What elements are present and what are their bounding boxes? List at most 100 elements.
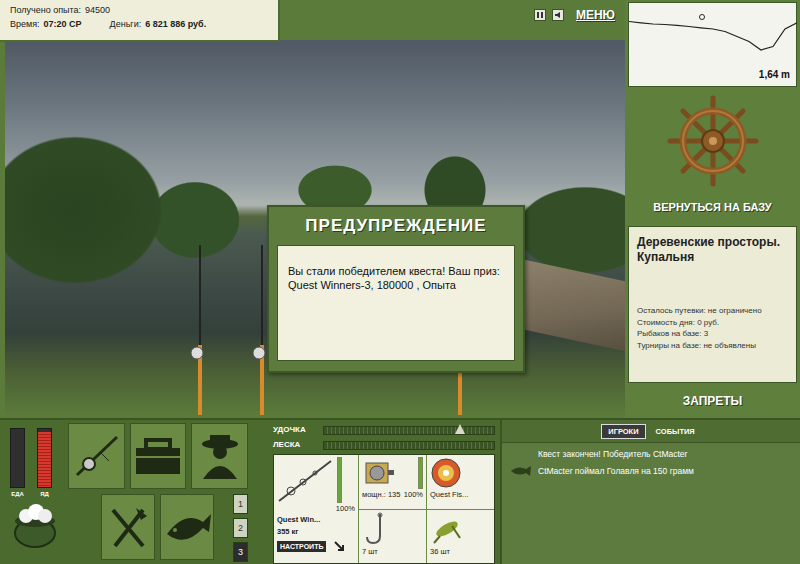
toolbar: МЕНЮ bbox=[280, 0, 625, 30]
chat-message: CtMacter поймал Голавля на 150 грамм bbox=[510, 465, 792, 477]
reel-row bbox=[362, 457, 423, 489]
depth-reading: 1,64 m bbox=[759, 67, 790, 82]
rod-slots: 1 2 3 bbox=[233, 494, 248, 562]
stats-box: Получено опыта: 94500 Время: 07:20 СР Де… bbox=[0, 0, 280, 42]
rod-icon bbox=[277, 457, 333, 503]
dialog-title: ПРЕДУПРЕЖДЕНИЕ bbox=[277, 207, 515, 245]
tension-gauges: УДОЧКА ЛЕСКА bbox=[273, 420, 495, 454]
info-line: Турниры на базе: не объявлены bbox=[637, 340, 788, 352]
gauge-track bbox=[323, 441, 495, 450]
warning-dialog: ПРЕДУПРЕЖДЕНИЕ Вы стали победителем квес… bbox=[267, 205, 525, 373]
reel-durability-reading: 100% bbox=[404, 489, 423, 500]
gauge-track bbox=[323, 426, 495, 435]
rod-durability-fill bbox=[338, 458, 341, 502]
reel-info: мощн.: 135 100% bbox=[362, 489, 423, 500]
rod-slot[interactable]: 3 bbox=[233, 542, 248, 562]
rods-button[interactable] bbox=[68, 423, 125, 489]
bans-button[interactable]: ЗАПРЕТЫ bbox=[628, 383, 797, 410]
rod-slot[interactable]: 2 bbox=[233, 518, 248, 538]
fish-cage-button[interactable] bbox=[160, 494, 214, 560]
experience-value: 94500 bbox=[85, 4, 110, 18]
fish-icon bbox=[161, 504, 213, 550]
bait-count: 36 шт bbox=[430, 546, 491, 557]
rod-durability-reading: 100% bbox=[277, 503, 355, 514]
gauge: УДОЧКА bbox=[273, 424, 495, 436]
chat-tab[interactable]: СОБЫТИЯ bbox=[650, 424, 701, 439]
rod-name: Quest Win... bbox=[277, 514, 355, 525]
reel-power: мощн.: 135 bbox=[362, 489, 400, 500]
money-value: 6 821 886 руб. bbox=[145, 18, 206, 32]
gauge-label: ЛЕСКА bbox=[273, 439, 319, 451]
return-button[interactable]: ВЕРНУТЬСЯ НА БАЗУ bbox=[628, 199, 797, 226]
need-meter-track bbox=[10, 428, 25, 488]
info-line: Стоимость дня: 0 руб. bbox=[637, 317, 788, 329]
action-buttons: 1 2 3 bbox=[66, 420, 248, 564]
rod-slot[interactable]: 1 bbox=[233, 494, 248, 514]
action-row bbox=[68, 423, 248, 489]
rod-cell[interactable]: 100% Quest Win... 355 кг НАСТРОИТЬ bbox=[274, 455, 358, 563]
arrow-icon[interactable] bbox=[334, 541, 344, 551]
fisherman-icon bbox=[195, 431, 245, 481]
sound-button[interactable] bbox=[552, 9, 564, 21]
setup-row: НАСТРОИТЬ bbox=[277, 541, 355, 552]
right-panel: 1,64 m ВЕРНУТЬСЯ НА БАЗУ Деревенские про… bbox=[625, 0, 800, 418]
depth-profile-line bbox=[629, 22, 797, 51]
cauldron-icon[interactable] bbox=[10, 503, 60, 549]
needs-panel: ЕДАЯД bbox=[0, 420, 66, 564]
knife-fork-icon bbox=[103, 502, 153, 552]
sound-icon bbox=[554, 11, 562, 19]
bottom-bar: ЕДАЯД bbox=[0, 418, 800, 564]
pier bbox=[520, 259, 625, 351]
setup-button[interactable]: НАСТРОИТЬ bbox=[277, 541, 326, 552]
bait-cell[interactable]: 36 шт bbox=[427, 510, 494, 563]
line-cell[interactable]: Quest Fis... bbox=[427, 455, 494, 509]
rod-durability-track bbox=[337, 457, 342, 503]
float-marker bbox=[700, 15, 705, 20]
scene-view[interactable]: ПРЕДУПРЕЖДЕНИЕ Вы стали победителем квес… bbox=[5, 40, 625, 415]
chat-message: Квест закончен! Победитель CtMacter bbox=[510, 449, 792, 460]
top-area: Получено опыта: 94500 Время: 07:20 СР Де… bbox=[0, 0, 800, 418]
gauge: ЛЕСКА bbox=[273, 439, 495, 451]
depth-map: 1,64 m bbox=[628, 2, 797, 87]
experience-row: Получено опыта: 94500 bbox=[10, 4, 268, 18]
dialog-body: Вы стали победителем квеста! Ваш приз: Q… bbox=[277, 245, 515, 361]
reel-durability-fill bbox=[419, 458, 422, 488]
fisherman-button[interactable] bbox=[191, 423, 248, 489]
hook-icon bbox=[362, 512, 392, 546]
hook-cell[interactable]: 7 шт bbox=[359, 510, 426, 563]
rod-row bbox=[277, 457, 355, 503]
chat-message-text: CtMacter поймал Голавля на 150 грамм bbox=[538, 466, 694, 477]
menu-button[interactable]: МЕНЮ bbox=[576, 6, 615, 24]
experience-label: Получено опыта: bbox=[10, 4, 81, 18]
rod-icon[interactable] bbox=[185, 245, 215, 415]
location-details: Осталось путевки: не ограниченоСтоимость… bbox=[637, 305, 788, 351]
grasshopper-icon bbox=[430, 512, 464, 546]
reel-cell[interactable]: мощн.: 135 100% bbox=[359, 455, 426, 509]
chat-tab[interactable]: ИГРОКИ bbox=[601, 424, 645, 439]
dialog-message: Вы стали победителем квеста! Ваш приз: Q… bbox=[288, 265, 500, 292]
return-to-base[interactable] bbox=[628, 87, 797, 199]
needs-meters: ЕДАЯД bbox=[10, 428, 60, 499]
pause-button[interactable] bbox=[534, 9, 546, 21]
tackle-panel: УДОЧКА ЛЕСКА 100% Quest Win... 355 кг НАС… bbox=[273, 420, 495, 564]
tackle-slots: 100% Quest Win... 355 кг НАСТРОИТЬ мощн.… bbox=[273, 454, 495, 564]
header: Получено опыта: 94500 Время: 07:20 СР Де… bbox=[0, 0, 625, 40]
rod-weight: 355 кг bbox=[277, 526, 355, 537]
chat-tabs: ИГРОКИ СОБЫТИЯ bbox=[502, 420, 800, 443]
gauge-label: УДОЧКА bbox=[273, 424, 319, 436]
chat-panel: ИГРОКИ СОБЫТИЯ Квест закончен! Победитель… bbox=[500, 420, 800, 564]
need-meter-fill bbox=[38, 432, 51, 487]
gauge-pointer[interactable] bbox=[455, 424, 465, 434]
need-meter: ЕДА bbox=[10, 428, 25, 499]
need-label: ЕДА bbox=[11, 490, 24, 499]
ship-wheel-icon[interactable] bbox=[667, 95, 759, 187]
fish-icon bbox=[510, 465, 532, 477]
tackle-box-icon bbox=[132, 434, 184, 478]
tackle-box-button[interactable] bbox=[130, 423, 187, 489]
time-label: Время: bbox=[10, 18, 40, 32]
info-line: Осталось путевки: не ограничено bbox=[637, 305, 788, 317]
food-button[interactable] bbox=[101, 494, 155, 560]
time-value: 07:20 СР bbox=[44, 18, 82, 32]
line-name: Quest Fis... bbox=[430, 489, 491, 500]
need-meter-track bbox=[37, 428, 52, 488]
